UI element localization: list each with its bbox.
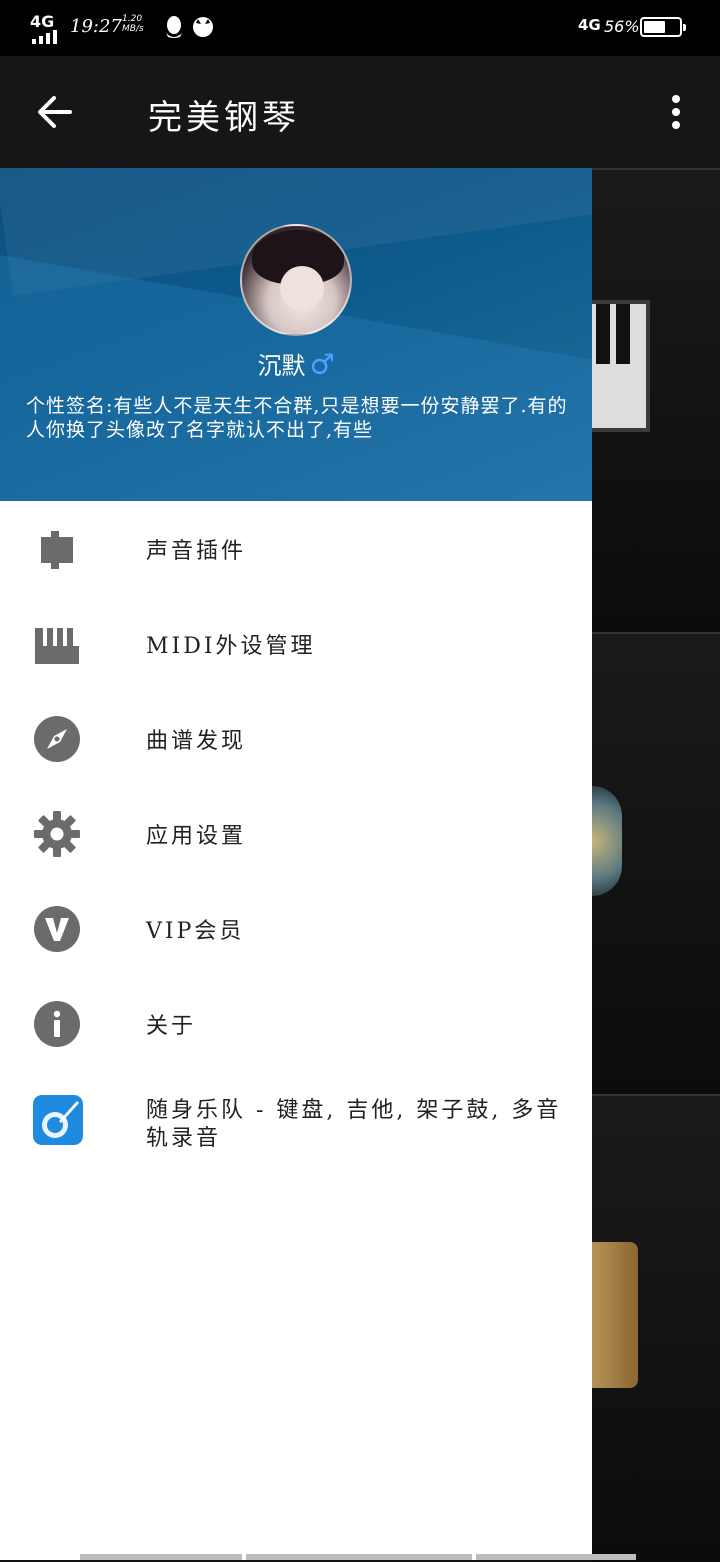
status-bar: 4G 19:27 1.20 MB/s 4G 56% [0, 0, 720, 56]
speed-unit: MB/s [122, 24, 144, 34]
battery-percent: 56% [604, 17, 640, 36]
qq-penguin-icon [164, 15, 184, 44]
menu-item-app-settings[interactable]: 应用设置 [0, 786, 592, 881]
back-arrow-icon[interactable] [34, 92, 74, 136]
menu-item-midi-devices[interactable]: MIDI外设管理 [0, 596, 592, 691]
username-text: 沉默 [257, 352, 306, 380]
more-vert-icon[interactable] [666, 94, 686, 134]
status-time: 19:27 [70, 16, 122, 37]
compass-icon [33, 715, 81, 763]
folder-thumbnail [592, 1242, 638, 1388]
network-type-indicator: 4G [30, 12, 55, 31]
menu-item-label: 曲谱发现 [146, 729, 247, 754]
vip-badge-icon [33, 905, 81, 953]
scroll-indicator [80, 1554, 636, 1560]
drawer-header: 沉默 ♂ 个性签名:有些人不是天生不合群,只是想要一份安静罢了.有的人你换了头像改… [0, 168, 592, 501]
menu-item-label: MIDI外设管理 [146, 634, 316, 659]
app-bar: 完美钢琴 [0, 56, 720, 168]
globe-thumbnail [592, 786, 622, 896]
menu-item-sound-plugins[interactable]: 声音插件 [0, 501, 592, 596]
menu-item-vip[interactable]: VIP会员 [0, 881, 592, 976]
signal-strength-icon [32, 30, 57, 44]
username: 沉默 ♂ [0, 346, 592, 381]
male-gender-icon: ♂ [309, 348, 335, 381]
menu-item-label: 关于 [146, 1014, 197, 1039]
puzzle-plugin-icon [33, 525, 81, 573]
user-signature: 个性签名:有些人不是天生不合群,只是想要一份安静罢了.有的人你换了头像改了名字就… [26, 395, 568, 441]
menu-item-label: 随身乐队 - 键盘, 吉他, 架子鼓, 多音轨录音 [146, 1098, 562, 1151]
info-icon [33, 1000, 81, 1048]
mobile-data-indicator: 4G [578, 16, 601, 34]
chat-bubble-icon [192, 15, 214, 42]
navigation-drawer: 沉默 ♂ 个性签名:有些人不是天生不合群,只是想要一份安静罢了.有的人你换了头像改… [0, 168, 592, 1560]
network-speed: 1.20 MB/s [122, 14, 144, 34]
menu-item-about[interactable]: 关于 [0, 976, 592, 1071]
menu-item-band-app[interactable]: 随身乐队 - 键盘, 吉他, 架子鼓, 多音轨录音 [0, 1071, 592, 1166]
piano-keys-thumbnail [592, 300, 650, 432]
menu-item-score-discovery[interactable]: 曲谱发现 [0, 691, 592, 786]
menu-item-label: VIP会员 [146, 919, 245, 944]
menu-item-label: 声音插件 [146, 539, 247, 564]
band-app-icon [33, 1095, 83, 1145]
page-title: 完美钢琴 [148, 98, 300, 138]
speed-value: 1.20 [122, 14, 143, 24]
menu-item-label: 应用设置 [146, 824, 247, 849]
battery-icon [640, 17, 686, 37]
piano-keys-icon [33, 620, 81, 668]
gear-icon [33, 810, 81, 858]
avatar[interactable] [240, 224, 352, 336]
drawer-menu: 声音插件 MIDI外设管理 曲谱发现 应用设置 VIP会员 关于 随身乐队 - … [0, 501, 592, 1166]
